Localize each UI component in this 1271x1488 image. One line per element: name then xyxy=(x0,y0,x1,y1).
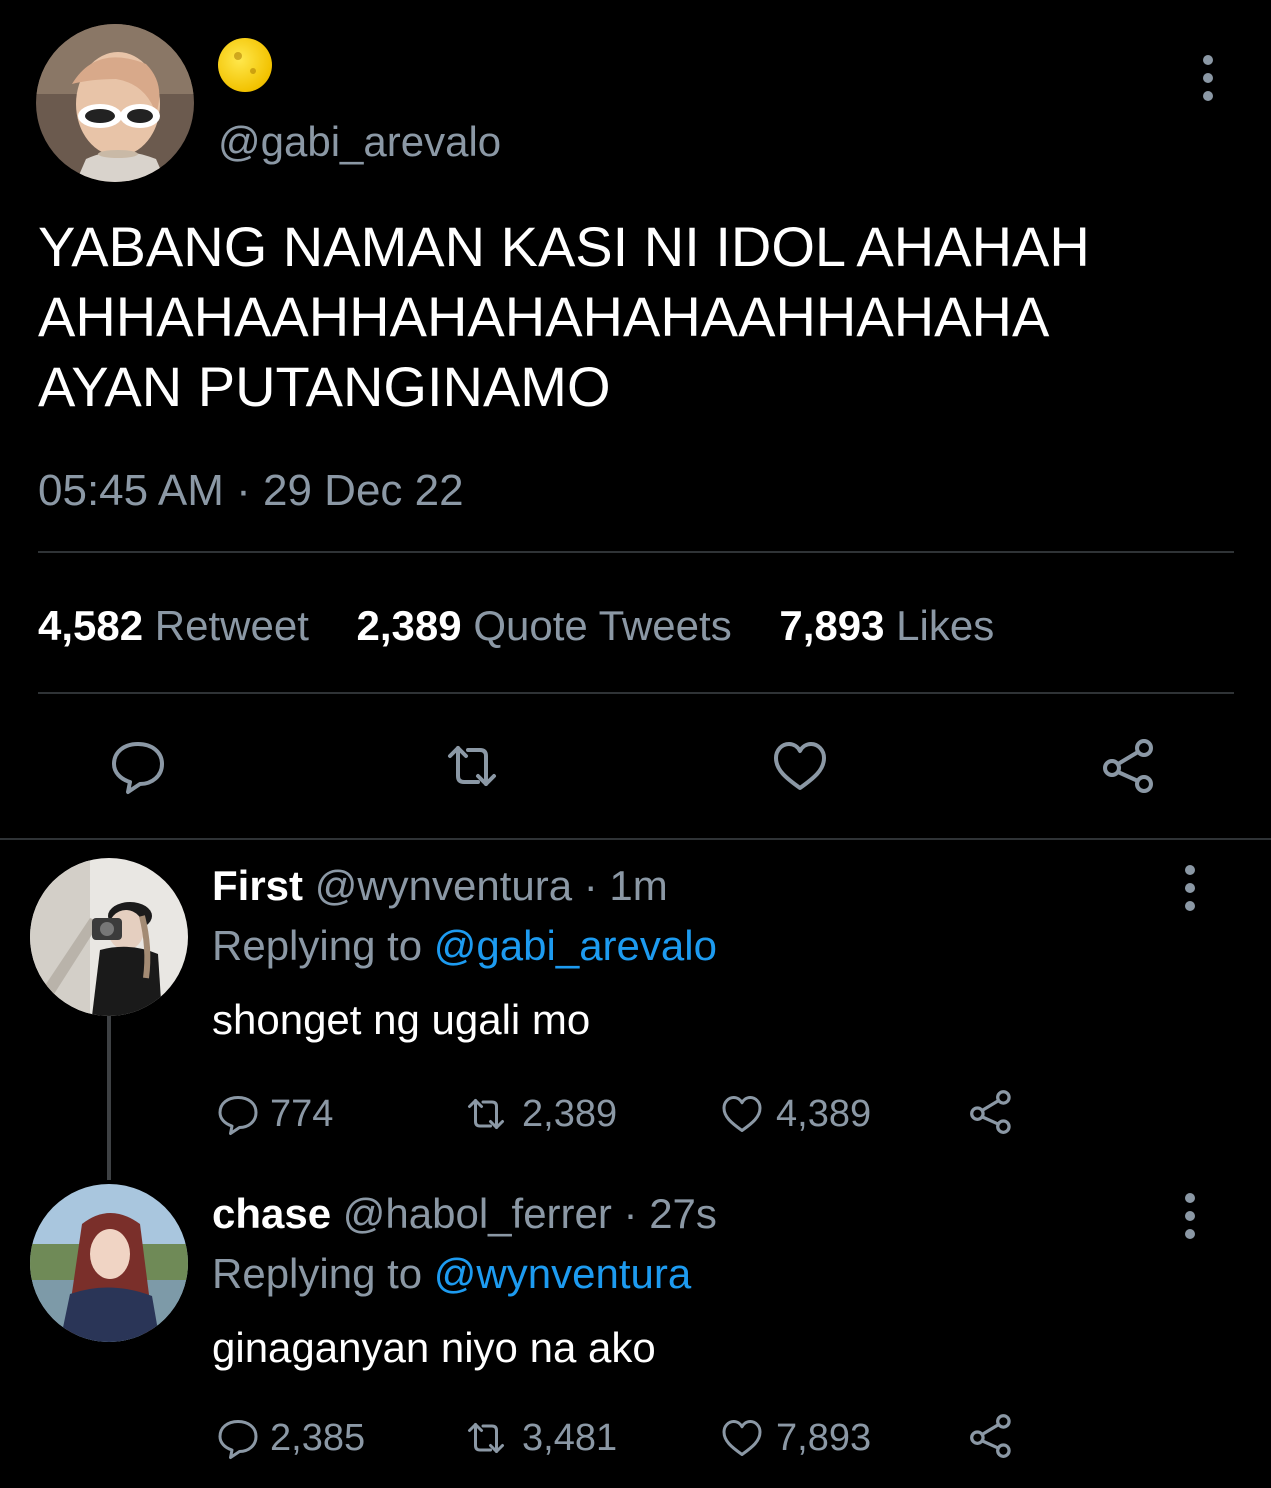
main-tweet: @gabi_arevalo YABANG NAMAN KASI NI IDOL … xyxy=(0,0,1271,838)
reply-icon xyxy=(218,1420,258,1459)
like-label[interactable]: Likes xyxy=(896,602,994,649)
like-action[interactable]: 4,389 xyxy=(716,1090,871,1138)
share-icon xyxy=(970,1414,1011,1458)
reply-action[interactable]: 2,385 xyxy=(214,1414,365,1462)
tweet-text: YABANG NAMAN KASI NI IDOL AHAHAH AHHAHAA… xyxy=(38,215,1090,418)
reply-author-name[interactable]: chase xyxy=(212,1190,331,1237)
reply-author-handle[interactable]: @wynventura xyxy=(315,862,572,909)
replying-to: Replying to @gabi_arevalo xyxy=(212,922,717,970)
retweet-icon[interactable] xyxy=(440,734,504,798)
divider xyxy=(38,692,1234,694)
retweet-action[interactable]: 2,389 xyxy=(458,1090,617,1138)
reply-time[interactable]: · 1m xyxy=(584,862,668,909)
divider xyxy=(38,551,1234,553)
more-options-icon[interactable] xyxy=(1190,48,1226,108)
retweet-count: 3,481 xyxy=(522,1416,618,1459)
thread-connector xyxy=(107,1014,111,1180)
share-action[interactable] xyxy=(966,1410,1026,1462)
reply-count: 774 xyxy=(270,1092,334,1135)
retweet-count[interactable]: 4,582 xyxy=(38,602,143,649)
avatar[interactable] xyxy=(30,1184,188,1342)
avatar[interactable] xyxy=(30,858,188,1016)
more-options-icon[interactable] xyxy=(1172,1186,1208,1246)
reply-icon xyxy=(218,1096,258,1135)
like-icon xyxy=(722,1096,762,1132)
moon-face-emoji xyxy=(218,38,272,92)
reply-icon[interactable] xyxy=(106,734,170,798)
share-icon[interactable] xyxy=(1098,734,1162,798)
retweet-count: 2,389 xyxy=(522,1092,618,1135)
tweet-timestamp[interactable]: 05:45 AM · 29 Dec 22 xyxy=(38,466,464,516)
quote-label[interactable]: Quote Tweets xyxy=(473,602,731,649)
reply-text: ginaganyan niyo na ako xyxy=(212,1324,656,1371)
like-icon xyxy=(722,1420,762,1456)
like-icon[interactable] xyxy=(768,734,832,798)
retweet-action[interactable]: 3,481 xyxy=(458,1414,617,1462)
reply-text: shonget ng ugali mo xyxy=(212,996,591,1043)
reply-author-handle[interactable]: @habol_ferrer xyxy=(343,1190,612,1237)
quote-count[interactable]: 2,389 xyxy=(357,602,462,649)
avatar[interactable] xyxy=(36,24,194,182)
replying-to: Replying to @wynventura xyxy=(212,1250,691,1298)
reply-count: 2,385 xyxy=(270,1416,366,1459)
reply-header: chase @habol_ferrer · 27s xyxy=(212,1190,717,1238)
section-divider xyxy=(0,838,1271,840)
replying-to-label: Replying to xyxy=(212,1250,423,1297)
retweet-icon xyxy=(468,1099,504,1129)
like-count[interactable]: 7,893 xyxy=(779,602,884,649)
like-count: 7,893 xyxy=(776,1416,872,1459)
tweet-stats: 4,582 Retweet 2,389 Quote Tweets 7,893 L… xyxy=(38,602,1030,650)
reply-action[interactable]: 774 xyxy=(214,1090,333,1138)
retweet-icon xyxy=(468,1423,504,1453)
share-action[interactable] xyxy=(966,1086,1026,1138)
like-action[interactable]: 7,893 xyxy=(716,1414,871,1462)
like-count: 4,389 xyxy=(776,1092,872,1135)
replying-to-mention[interactable]: @wynventura xyxy=(434,1250,691,1297)
replying-to-mention[interactable]: @gabi_arevalo xyxy=(434,922,717,969)
retweet-label[interactable]: Retweet xyxy=(155,602,309,649)
share-icon xyxy=(970,1090,1011,1134)
reply-author-name[interactable]: First xyxy=(212,862,303,909)
reply-header: First @wynventura · 1m xyxy=(212,862,668,910)
reply-time[interactable]: · 27s xyxy=(624,1190,717,1237)
more-options-icon[interactable] xyxy=(1172,858,1208,918)
replying-to-label: Replying to xyxy=(212,922,423,969)
author-handle[interactable]: @gabi_arevalo xyxy=(218,118,501,166)
